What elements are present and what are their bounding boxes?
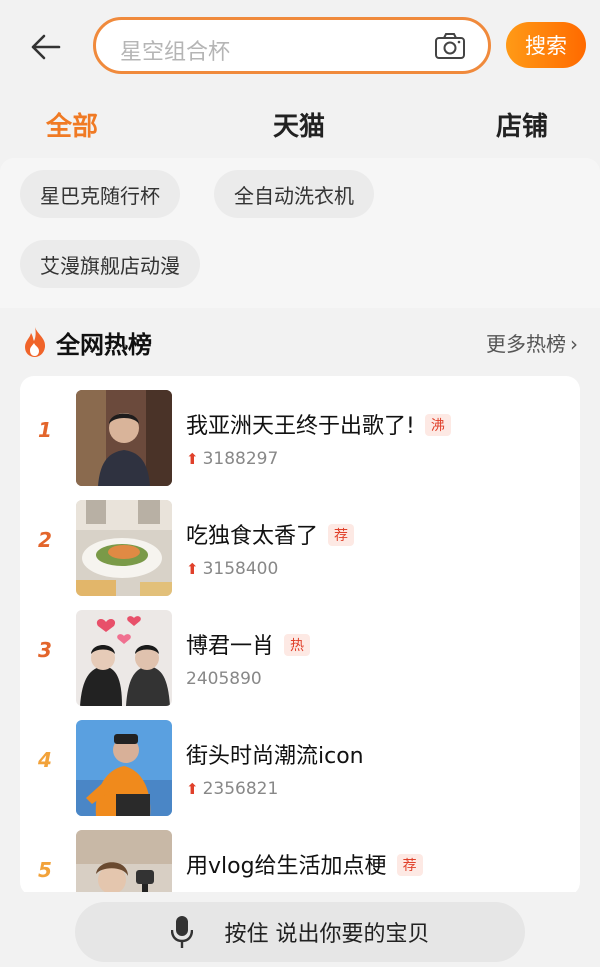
hot-list-item[interactable]: 3 博君一肖热 2405890: [20, 596, 580, 706]
hot-list: 1 我亚洲天王终于出歌了! 沸 ⬆ 3188297 2 吃独食太香了荐 ⬆ 31584…: [20, 376, 580, 896]
top-bar: 星空组合杯 搜索: [0, 0, 600, 90]
more-hot-link[interactable]: 更多热榜 ›: [486, 328, 578, 357]
tab-tmall[interactable]: 天猫: [273, 106, 325, 143]
item-count-value: 3158400: [202, 559, 279, 579]
history-chip[interactable]: 艾漫旗舰店动漫: [20, 240, 200, 288]
chevron-right-icon: ›: [570, 332, 578, 356]
hot-badge: 沸: [424, 414, 451, 436]
history-chip[interactable]: 全自动洗衣机: [214, 170, 374, 218]
rank-number: 4: [38, 748, 52, 772]
hot-list-item[interactable]: 5 用vlog给生活加点梗荐: [20, 816, 580, 896]
thumbnail-image: [76, 390, 172, 486]
search-scope-tabs: 全部 天猫 店铺: [0, 100, 600, 150]
trend-up-icon: ⬆: [186, 780, 199, 798]
hot-list-header: 全网热榜 更多热榜 ›: [0, 318, 600, 368]
item-count: ⬆ 3188297: [186, 449, 278, 469]
trend-up-icon: ⬆: [186, 450, 199, 468]
item-title: 用vlog给生活加点梗荐: [186, 848, 423, 880]
hot-list-item[interactable]: 2 吃独食太香了荐 ⬆ 3158400: [20, 486, 580, 596]
item-count: ⬆ 2356821: [186, 779, 278, 799]
item-title-text: 吃独食太香了: [186, 524, 319, 549]
tab-all[interactable]: 全部: [46, 106, 98, 143]
rank-number: 5: [38, 858, 52, 882]
search-button[interactable]: 搜索: [506, 22, 586, 68]
more-hot-label: 更多热榜: [486, 332, 566, 356]
search-input[interactable]: 星空组合杯: [93, 17, 491, 74]
rank-number: 3: [38, 638, 52, 662]
rank-number: 2: [38, 528, 52, 552]
back-arrow-icon[interactable]: [28, 30, 62, 64]
item-title: 吃独食太香了荐: [186, 518, 355, 550]
tab-shops[interactable]: 店铺: [496, 106, 548, 143]
history-chip[interactable]: 星巴克随行杯: [20, 170, 180, 218]
recommend-badge: 荐: [328, 524, 355, 546]
camera-icon[interactable]: [434, 31, 466, 61]
thumbnail-image: [76, 830, 172, 896]
item-count-value: 2356821: [202, 779, 279, 799]
trend-up-icon: ⬆: [186, 560, 199, 578]
item-title-text: 用vlog给生活加点梗: [186, 854, 387, 879]
rank-number: 1: [38, 418, 52, 442]
hot-list-item[interactable]: 1 我亚洲天王终于出歌了! 沸 ⬆ 3188297: [20, 376, 580, 486]
recommend-badge: 荐: [396, 854, 423, 876]
search-history: 星巴克随行杯 全自动洗衣机 艾漫旗舰店动漫: [0, 158, 600, 308]
item-title: 我亚洲天王终于出歌了! 沸: [186, 408, 451, 440]
hot-list-item[interactable]: 4 街头时尚潮流icon ⬆ 2356821: [20, 706, 580, 816]
hot-list-title: 全网热榜: [56, 331, 152, 359]
microphone-icon: [170, 916, 193, 948]
hot-badge: 热: [284, 634, 311, 656]
fire-icon: [25, 327, 46, 357]
item-count-value: 2405890: [186, 669, 262, 689]
item-title-text: 博君一肖: [186, 634, 275, 659]
item-count-value: 3188297: [202, 449, 279, 469]
thumbnail-image: [76, 720, 172, 816]
item-count: ⬆ 3158400: [186, 559, 278, 579]
thumbnail-image: [76, 610, 172, 706]
thumbnail-image: [76, 500, 172, 596]
search-placeholder: 星空组合杯: [120, 40, 231, 65]
item-title: 街头时尚潮流icon: [186, 738, 364, 770]
voice-search-button[interactable]: 按住 说出你要的宝贝: [75, 902, 525, 962]
item-title-text: 我亚洲天王终于出歌了!: [186, 414, 415, 439]
item-count: 2405890: [186, 669, 262, 689]
voice-search-label: 按住 说出你要的宝贝: [224, 922, 430, 947]
item-title-text: 街头时尚潮流icon: [186, 744, 364, 769]
item-title: 博君一肖热: [186, 628, 311, 660]
voice-search-bar: 按住 说出你要的宝贝: [0, 892, 600, 967]
